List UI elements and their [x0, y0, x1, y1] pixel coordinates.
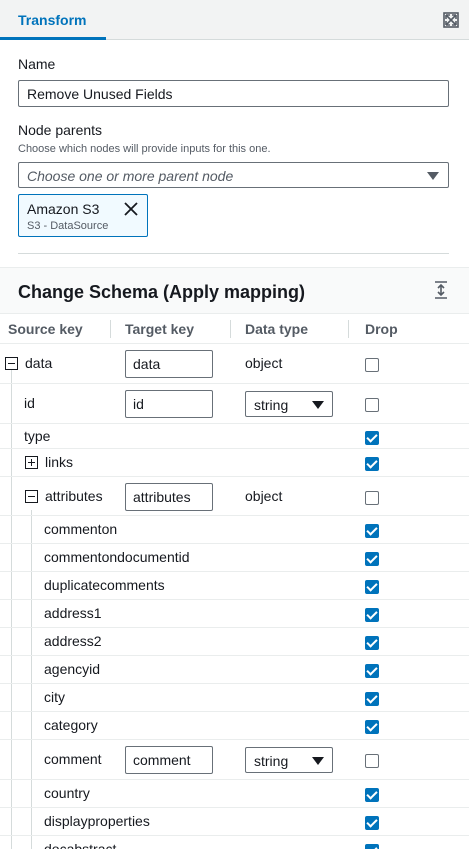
table-row: data object — [0, 344, 469, 384]
col-separator — [110, 320, 111, 338]
source-key: commenton — [44, 521, 118, 537]
table-row: docabstract — [0, 836, 469, 849]
close-icon[interactable] — [123, 201, 139, 217]
drop-checkbox[interactable] — [365, 580, 379, 594]
token-title: Amazon S3 — [27, 201, 100, 217]
data-type-value: string — [254, 753, 289, 769]
drop-checkbox[interactable] — [365, 431, 379, 445]
node-parents-description: Choose which nodes will provide inputs f… — [18, 143, 271, 155]
drop-checkbox[interactable] — [365, 692, 379, 706]
drop-checkbox[interactable] — [365, 636, 379, 650]
table-row: commenton — [0, 516, 469, 544]
table-row: attributes object — [0, 477, 469, 516]
schema-table: data object id string type links attributes obj… — [0, 344, 469, 849]
tab-bar: Transform — [0, 0, 469, 40]
target-key-input[interactable] — [125, 390, 213, 418]
table-row: agencyid — [0, 656, 469, 684]
col-separator — [348, 320, 349, 338]
source-key: duplicatecomments — [44, 577, 165, 593]
col-drop: Drop — [365, 321, 398, 337]
table-row: comment string — [0, 740, 469, 780]
target-key-input[interactable] — [125, 746, 213, 774]
drop-checkbox[interactable] — [365, 720, 379, 734]
expand-icon[interactable] — [443, 12, 459, 28]
target-key-input[interactable] — [125, 483, 213, 511]
source-key: city — [44, 689, 65, 705]
table-row: id string — [0, 384, 469, 424]
source-key: comment — [44, 751, 102, 767]
source-key: attributes — [45, 488, 103, 504]
data-type-value: string — [254, 397, 289, 413]
name-input[interactable] — [18, 80, 449, 107]
source-key: agencyid — [44, 661, 101, 677]
table-row: commentondocumentid — [0, 544, 469, 572]
source-key: links — [45, 454, 74, 470]
collapse-toggle-icon[interactable] — [25, 490, 38, 503]
source-key: country — [44, 785, 90, 801]
table-row: links — [0, 449, 469, 477]
caret-down-icon — [312, 757, 324, 765]
col-target-key: Target key — [125, 321, 194, 337]
target-key-input[interactable] — [125, 350, 213, 378]
table-row: country — [0, 780, 469, 808]
source-key: id — [24, 395, 35, 411]
drop-checkbox[interactable] — [365, 398, 379, 412]
data-type-text: object — [245, 355, 283, 371]
source-key: docabstract — [44, 841, 117, 849]
table-row: address1 — [0, 600, 469, 628]
source-key: type — [24, 428, 51, 444]
drop-checkbox[interactable] — [365, 552, 379, 566]
table-row: city — [0, 684, 469, 712]
table-row: category — [0, 712, 469, 740]
drop-checkbox[interactable] — [365, 844, 379, 849]
caret-down-icon — [427, 172, 439, 180]
source-key: data — [25, 355, 53, 371]
source-key: commentondocumentid — [44, 549, 190, 565]
source-key: address2 — [44, 633, 102, 649]
drop-checkbox[interactable] — [365, 491, 379, 505]
data-type-select[interactable]: string — [245, 391, 333, 417]
col-source-key: Source key — [8, 321, 83, 337]
table-row: duplicatecomments — [0, 572, 469, 600]
node-parents-placeholder: Choose one or more parent node — [27, 168, 234, 184]
section-title: Change Schema (Apply mapping) — [18, 282, 306, 302]
collapse-toggle-icon[interactable] — [5, 357, 18, 370]
caret-down-icon — [312, 401, 324, 409]
table-row: address2 — [0, 628, 469, 656]
token-subtitle: S3 - DataSource — [27, 220, 109, 232]
node-parents-select[interactable]: Choose one or more parent node — [18, 162, 449, 188]
drop-checkbox[interactable] — [365, 754, 379, 768]
source-key: displayproperties — [44, 813, 150, 829]
drop-checkbox[interactable] — [365, 816, 379, 830]
drop-checkbox[interactable] — [365, 524, 379, 538]
selected-parent-token: Amazon S3 S3 - DataSource — [18, 194, 148, 237]
col-data-type: Data type — [245, 321, 309, 337]
expand-toggle-icon[interactable] — [25, 456, 38, 469]
table-row: displayproperties — [0, 808, 469, 836]
source-key: category — [44, 717, 98, 733]
data-type-select[interactable]: string — [245, 747, 333, 773]
collapse-all-icon[interactable] — [433, 281, 449, 299]
node-parents-label: Node parents — [18, 122, 103, 138]
tab-transform[interactable]: Transform — [0, 0, 106, 40]
data-type-text: object — [245, 488, 283, 504]
table-row: type — [0, 424, 469, 449]
divider — [18, 253, 449, 254]
drop-checkbox[interactable] — [365, 358, 379, 372]
drop-checkbox[interactable] — [365, 788, 379, 802]
name-label: Name — [18, 56, 56, 72]
drop-checkbox[interactable] — [365, 608, 379, 622]
drop-checkbox[interactable] — [365, 664, 379, 678]
drop-checkbox[interactable] — [365, 457, 379, 471]
col-separator — [230, 320, 231, 338]
source-key: address1 — [44, 605, 102, 621]
